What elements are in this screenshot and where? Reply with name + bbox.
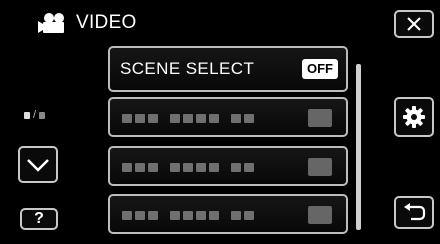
menu-item-3[interactable] bbox=[108, 146, 348, 186]
scroll-down-button[interactable] bbox=[18, 146, 58, 183]
menu-item-2[interactable] bbox=[108, 97, 348, 137]
gear-icon bbox=[403, 106, 425, 128]
status-badge: OFF bbox=[302, 59, 338, 79]
header: VIDEO bbox=[38, 8, 137, 38]
blurred-label bbox=[122, 211, 257, 220]
return-icon bbox=[404, 202, 426, 220]
blurred-label bbox=[122, 163, 257, 172]
status-badge bbox=[308, 109, 332, 127]
status-badge bbox=[308, 206, 332, 224]
help-label: ? bbox=[34, 210, 44, 227]
close-button[interactable] bbox=[394, 10, 434, 38]
menu-item-4[interactable] bbox=[108, 194, 348, 234]
scrollbar[interactable] bbox=[356, 64, 361, 230]
page-title: VIDEO bbox=[76, 12, 137, 33]
page-indicator: / bbox=[24, 110, 46, 121]
close-icon bbox=[407, 17, 421, 31]
help-button[interactable]: ? bbox=[20, 208, 58, 230]
blurred-label bbox=[122, 114, 257, 123]
chevron-down-icon bbox=[27, 158, 49, 172]
menu-item-label: SCENE SELECT bbox=[120, 59, 255, 78]
settings-button[interactable] bbox=[394, 97, 434, 137]
back-button[interactable] bbox=[394, 196, 434, 229]
menu-item-scene-select[interactable]: SCENE SELECT OFF bbox=[108, 46, 348, 92]
video-camera-icon bbox=[38, 12, 68, 34]
status-badge bbox=[308, 158, 332, 176]
